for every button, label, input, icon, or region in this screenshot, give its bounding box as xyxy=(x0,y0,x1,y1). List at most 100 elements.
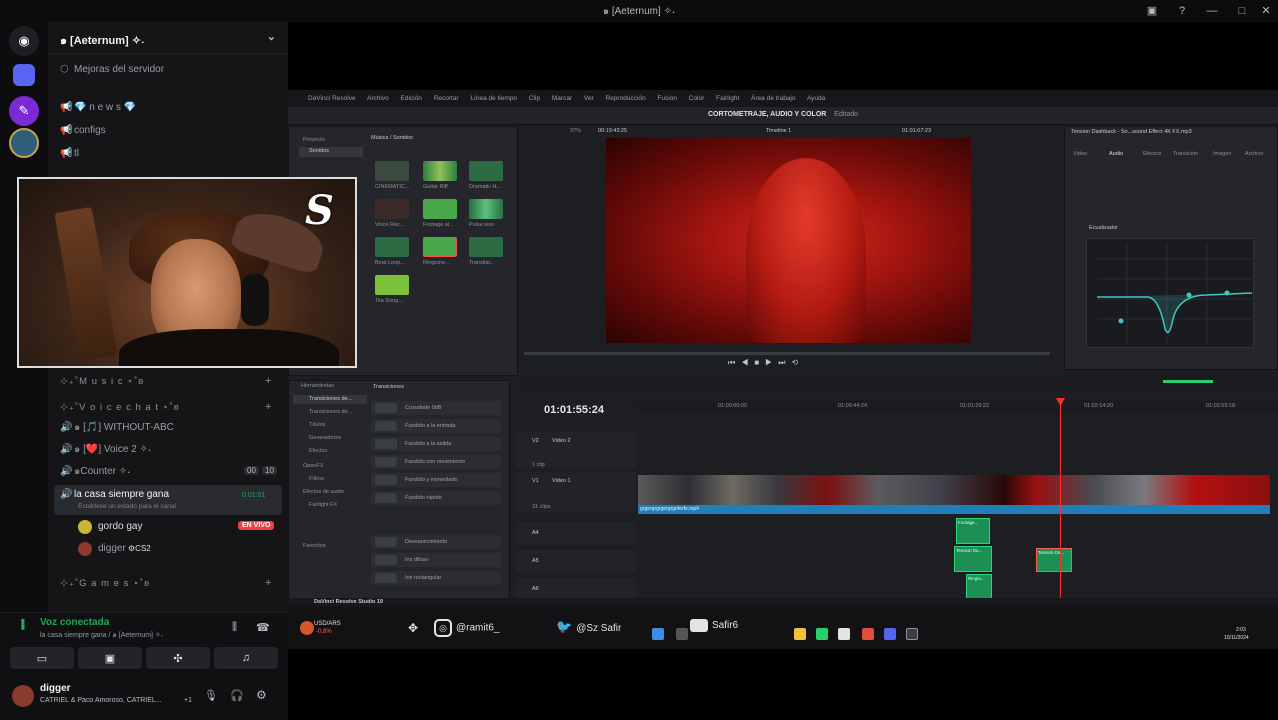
close-icon[interactable]: ✕ xyxy=(1258,3,1274,19)
menu-item[interactable]: Fusion xyxy=(657,95,677,102)
menu-item[interactable]: Marcar xyxy=(552,95,572,102)
chevron-down-icon[interactable]: ⌄ xyxy=(267,30,276,43)
effect-item[interactable]: Iris difuso xyxy=(371,553,501,567)
search-icon[interactable] xyxy=(676,628,688,640)
category-music[interactable]: ⊹₊˚M u s i c ⋆˚ʚ + xyxy=(60,375,271,387)
windows-start-icon[interactable] xyxy=(652,628,664,640)
voice-status[interactable]: Voz conectada xyxy=(40,617,109,628)
program-viewer[interactable] xyxy=(606,138,971,343)
davinci-icon[interactable] xyxy=(906,628,918,640)
effects-tree-item[interactable]: Transiciones de... xyxy=(309,409,352,415)
effects-tree-item[interactable]: Filtros xyxy=(309,476,324,482)
effect-item[interactable]: Iris rectangular xyxy=(371,571,501,585)
channel-tl[interactable]: 📢 tl xyxy=(60,146,79,162)
voice-member[interactable]: digger xyxy=(98,541,126,557)
track-header[interactable]: A6 xyxy=(516,578,636,600)
menu-item[interactable]: Ver xyxy=(584,95,594,102)
inspector-tab[interactable]: Transición xyxy=(1173,151,1198,157)
menu-item[interactable]: Archivo xyxy=(367,95,389,102)
channel-news[interactable]: 📢 💎 n e w s 💎 xyxy=(60,100,136,116)
effects-tree-item[interactable]: Fairlight FX xyxy=(309,502,337,508)
settings-icon[interactable]: ⚙ xyxy=(256,688,267,702)
effect-item[interactable]: Fundido a la salida xyxy=(371,437,501,451)
effects-tree-item[interactable]: Generadores xyxy=(309,435,341,441)
activities-button[interactable]: ✣ xyxy=(146,647,210,669)
audio-clip[interactable]: Tension Da... xyxy=(954,546,992,572)
disconnect-icon[interactable]: ☎ xyxy=(256,621,270,634)
effects-tree-item[interactable]: OpenFX xyxy=(303,463,323,469)
effects-tree-item[interactable]: Efectos de audio xyxy=(303,489,344,495)
category-games[interactable]: ⊹₊˚G a m e s ⋆˚ʚ + xyxy=(60,577,271,589)
notification-off-icon[interactable]: ▣ xyxy=(1144,3,1160,19)
voice-member[interactable]: gordo gay xyxy=(98,519,142,535)
effect-item[interactable]: Fundido rápido xyxy=(371,491,501,505)
avatar[interactable] xyxy=(78,542,92,556)
media-tab[interactable]: Proyecto xyxy=(303,137,325,143)
avatar[interactable] xyxy=(78,520,92,534)
add-channel-icon[interactable]: + xyxy=(265,401,272,413)
playhead[interactable] xyxy=(1060,400,1061,603)
add-channel-icon[interactable]: + xyxy=(265,375,272,387)
menu-item[interactable]: Área de trabajo xyxy=(751,95,795,102)
voice-channel-name[interactable]: la casa siempre gana / ๑ [Aeternum] ✧˖ xyxy=(40,630,163,641)
menu-item[interactable]: Clip xyxy=(529,95,540,102)
menu-item[interactable]: Fairlight xyxy=(716,95,739,102)
media-thumbnail[interactable] xyxy=(423,237,457,257)
voice-channel[interactable]: 🔊 ๑ [❤️] Voice 2 ✧˖ xyxy=(60,442,151,458)
server-boost-link[interactable]: ⬡ Mejoras del servidor xyxy=(60,62,164,78)
effect-item[interactable]: Desvanecimiento xyxy=(371,535,501,549)
media-thumbnail[interactable] xyxy=(423,199,457,219)
media-tab[interactable]: Sonidos xyxy=(309,148,329,154)
effect-item[interactable]: Fundido con movimiento xyxy=(371,455,501,469)
media-thumbnail[interactable] xyxy=(469,199,503,219)
screen-share-button[interactable]: ▣ xyxy=(78,647,142,669)
menu-item[interactable]: DaVinci Resolve xyxy=(308,95,356,102)
current-user-name[interactable]: digger xyxy=(40,683,71,694)
inspector-tab[interactable]: Video xyxy=(1073,151,1087,157)
voice-channel[interactable]: 🔊 ๑Counter ✧˖ xyxy=(60,464,130,480)
app-icon[interactable] xyxy=(838,628,850,640)
video-clip[interactable] xyxy=(638,475,1270,505)
viewer-scrubber[interactable] xyxy=(524,352,1050,355)
timeline-ruler[interactable]: 01:00:00:00 01:00:44:24 01:01:29:22 01:0… xyxy=(638,400,1278,412)
microphone-icon[interactable]: 🎙 xyxy=(204,689,218,702)
effects-tree-item[interactable]: Herramientas xyxy=(301,383,334,389)
video-clip-label-bar[interactable]: grgergrgrgergrgeferfe.mp4 xyxy=(638,505,1270,514)
headphones-icon[interactable]: 🎧 xyxy=(230,689,244,702)
menu-item[interactable]: Línea de tiempo xyxy=(470,95,517,102)
effects-tree-item[interactable]: Favoritos xyxy=(303,543,326,549)
track-header[interactable]: A5 xyxy=(516,550,636,572)
help-icon[interactable]: ? xyxy=(1174,3,1190,19)
maximize-icon[interactable]: □ xyxy=(1234,3,1250,19)
minimize-icon[interactable]: — xyxy=(1204,3,1220,19)
file-explorer-icon[interactable] xyxy=(794,628,806,640)
soundboard-button[interactable]: ♫ xyxy=(214,647,278,669)
menu-item[interactable]: Edición xyxy=(401,95,422,102)
equalizer-graph[interactable] xyxy=(1086,238,1254,348)
media-thumbnail[interactable] xyxy=(469,237,503,257)
weather-icon[interactable] xyxy=(300,621,314,635)
discord-icon[interactable] xyxy=(884,628,896,640)
menu-item[interactable]: Color xyxy=(689,95,705,102)
noise-suppression-icon[interactable]: ⫼ xyxy=(232,621,237,634)
media-thumbnail[interactable] xyxy=(469,161,503,181)
inspector-tab[interactable]: Archivo xyxy=(1245,151,1263,157)
effect-item[interactable]: Fundido y esmerilado xyxy=(371,473,501,487)
zoom-level[interactable]: 37% xyxy=(570,128,581,134)
menu-item[interactable]: Reproducción xyxy=(606,95,646,102)
timeline-name[interactable]: Timeline 1 xyxy=(766,128,791,134)
discord-home-icon[interactable]: ◉ xyxy=(9,26,39,56)
audio-clip[interactable]: Footage... xyxy=(956,518,990,544)
media-thumbnail[interactable] xyxy=(423,161,457,181)
effects-tree-item[interactable]: Efectos xyxy=(309,448,327,454)
menu-item[interactable]: Ayuda xyxy=(807,95,825,102)
media-thumbnail[interactable] xyxy=(375,237,409,257)
audio-clip-selected[interactable]: Tension Da... xyxy=(1036,548,1072,572)
add-channel-icon[interactable]: + xyxy=(265,577,272,589)
server-header[interactable]: ๑ [Aeternum] ✧˖ ⌄ xyxy=(48,22,288,54)
inspector-tab-active[interactable]: Audio xyxy=(1109,151,1123,157)
whatsapp-icon[interactable] xyxy=(816,628,828,640)
effects-tree-item[interactable]: Títulos xyxy=(309,422,326,428)
transport-controls[interactable]: ⏮◀■▶⏭⟲ xyxy=(728,358,804,368)
voice-channel[interactable]: 🔊 ๑ [🎵] WITHOUT-ABC xyxy=(60,420,174,436)
